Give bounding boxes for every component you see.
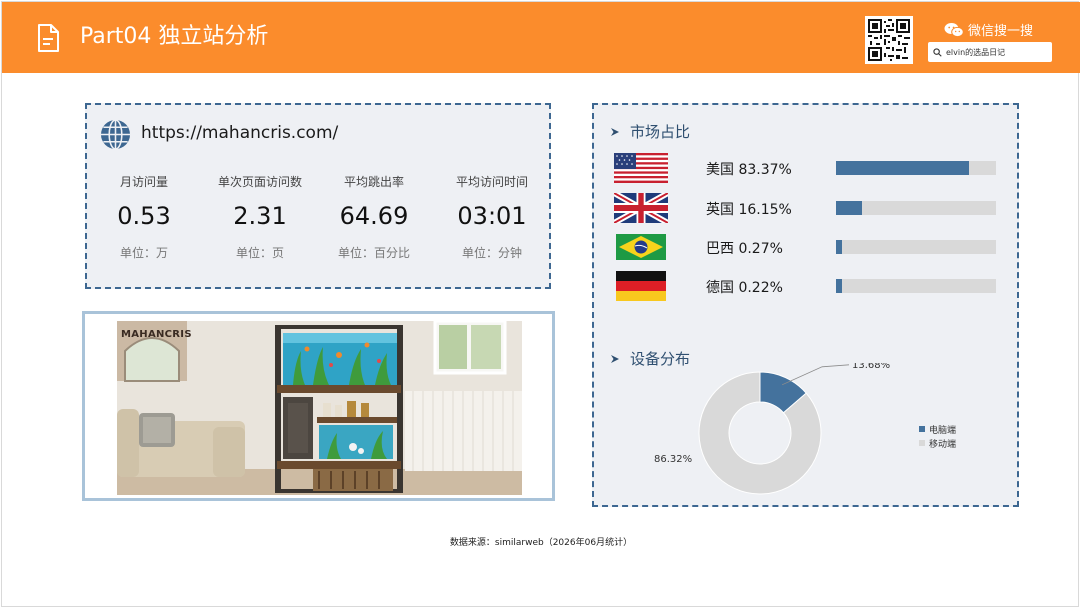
globe-icon (100, 119, 131, 150)
us-flag-icon (614, 153, 668, 183)
data-source-note: 数据来源：similarweb（2026年06月统计） (449, 538, 633, 548)
metric-label: 平均跳出率 (343, 175, 404, 189)
arrow-right-icon (611, 127, 619, 136)
market-label: 美国 83.37% (706, 162, 792, 178)
document-icon (38, 24, 59, 52)
metric-label: 单次页面访问数 (217, 175, 302, 189)
brand-logo: MAHANCRIS (121, 329, 192, 340)
market-label: 德国 0.22% (706, 280, 783, 296)
slide: Part04 独立站分析 微信搜一搜 elvin的选品日记 https://ma… (1, 1, 1080, 607)
product-photo-frame: MAHANCRIS (82, 311, 555, 501)
metric-pages-per-visit: 单次页面访问数 2.31 单位：页 (201, 173, 319, 261)
market-label: 巴西 0.27% (706, 241, 783, 257)
metric-unit: 单位：万 (119, 246, 168, 260)
legend-item-mobile: 移动端 (919, 436, 956, 450)
market-bar-track (836, 201, 996, 215)
data-label-desktop: 13.68% (852, 363, 890, 371)
metric-label: 平均访问时间 (455, 175, 528, 189)
wechat-icon (944, 22, 964, 37)
wechat-label-text: 微信搜一搜 (968, 24, 1034, 39)
metric-bounce-rate: 平均跳出率 64.69 单位：百分比 (319, 173, 429, 261)
search-input[interactable]: elvin的选品日记 (928, 42, 1052, 62)
metric-unit: 单位：百分比 (337, 246, 410, 260)
metric-value: 64.69 (339, 202, 409, 230)
arrow-right-icon (611, 354, 619, 363)
market-bar-fill (836, 279, 842, 293)
metric-unit: 单位：分钟 (461, 246, 522, 260)
legend-label: 电脑端 (929, 425, 957, 436)
germany-flag-icon (616, 271, 666, 301)
metric-value: 0.53 (117, 202, 171, 230)
site-stats-card: https://mahancris.com/ 月访问量 0.53 单位：万 单次… (85, 103, 551, 289)
page-title: Part04 独立站分析 (80, 24, 269, 49)
header-bar: Part04 独立站分析 微信搜一搜 elvin的选品日记 (2, 2, 1080, 73)
market-bar-fill (836, 161, 970, 175)
market-share-heading: 市场占比 (610, 121, 690, 142)
device-legend: 电脑端 移动端 (919, 422, 956, 450)
market-bar-track (836, 279, 996, 293)
section-title-text: 市场占比 (630, 123, 691, 141)
legend-swatch (919, 440, 925, 446)
brazil-flag-icon (616, 234, 666, 260)
metric-avg-visit-time: 平均访问时间 03:01 单位：分钟 (437, 173, 547, 261)
market-bar-track (836, 161, 996, 175)
metric-value: 2.31 (233, 202, 287, 230)
market-label: 英国 16.15% (706, 202, 792, 218)
site-url: https://mahancris.com/ (141, 123, 339, 143)
search-icon (933, 47, 942, 57)
data-label-mobile: 86.32% (654, 454, 692, 465)
legend-swatch (919, 426, 925, 432)
market-bar-fill (836, 201, 862, 215)
market-card: 市场占比 美国 83.37% 英国 16.15% 巴西 0.27% 德国 0.2… (592, 103, 1019, 507)
metric-value: 03:01 (457, 202, 527, 230)
legend-label: 移动端 (929, 439, 957, 450)
qr-code (865, 16, 913, 64)
metric-monthly-visits: 月访问量 0.53 单位：万 (89, 173, 199, 261)
aquarium-stand-illustration (117, 321, 522, 495)
wechat-search-label: 微信搜一搜 (944, 20, 1033, 39)
legend-item-desktop: 电脑端 (919, 422, 956, 436)
metric-label: 月访问量 (119, 175, 168, 189)
uk-flag-icon (614, 193, 668, 223)
metric-unit: 单位：页 (235, 246, 284, 260)
market-bar-track (836, 240, 996, 254)
product-photo: MAHANCRIS (117, 321, 522, 495)
search-input-value: elvin的选品日记 (946, 47, 1006, 57)
market-bar-fill (836, 240, 842, 254)
